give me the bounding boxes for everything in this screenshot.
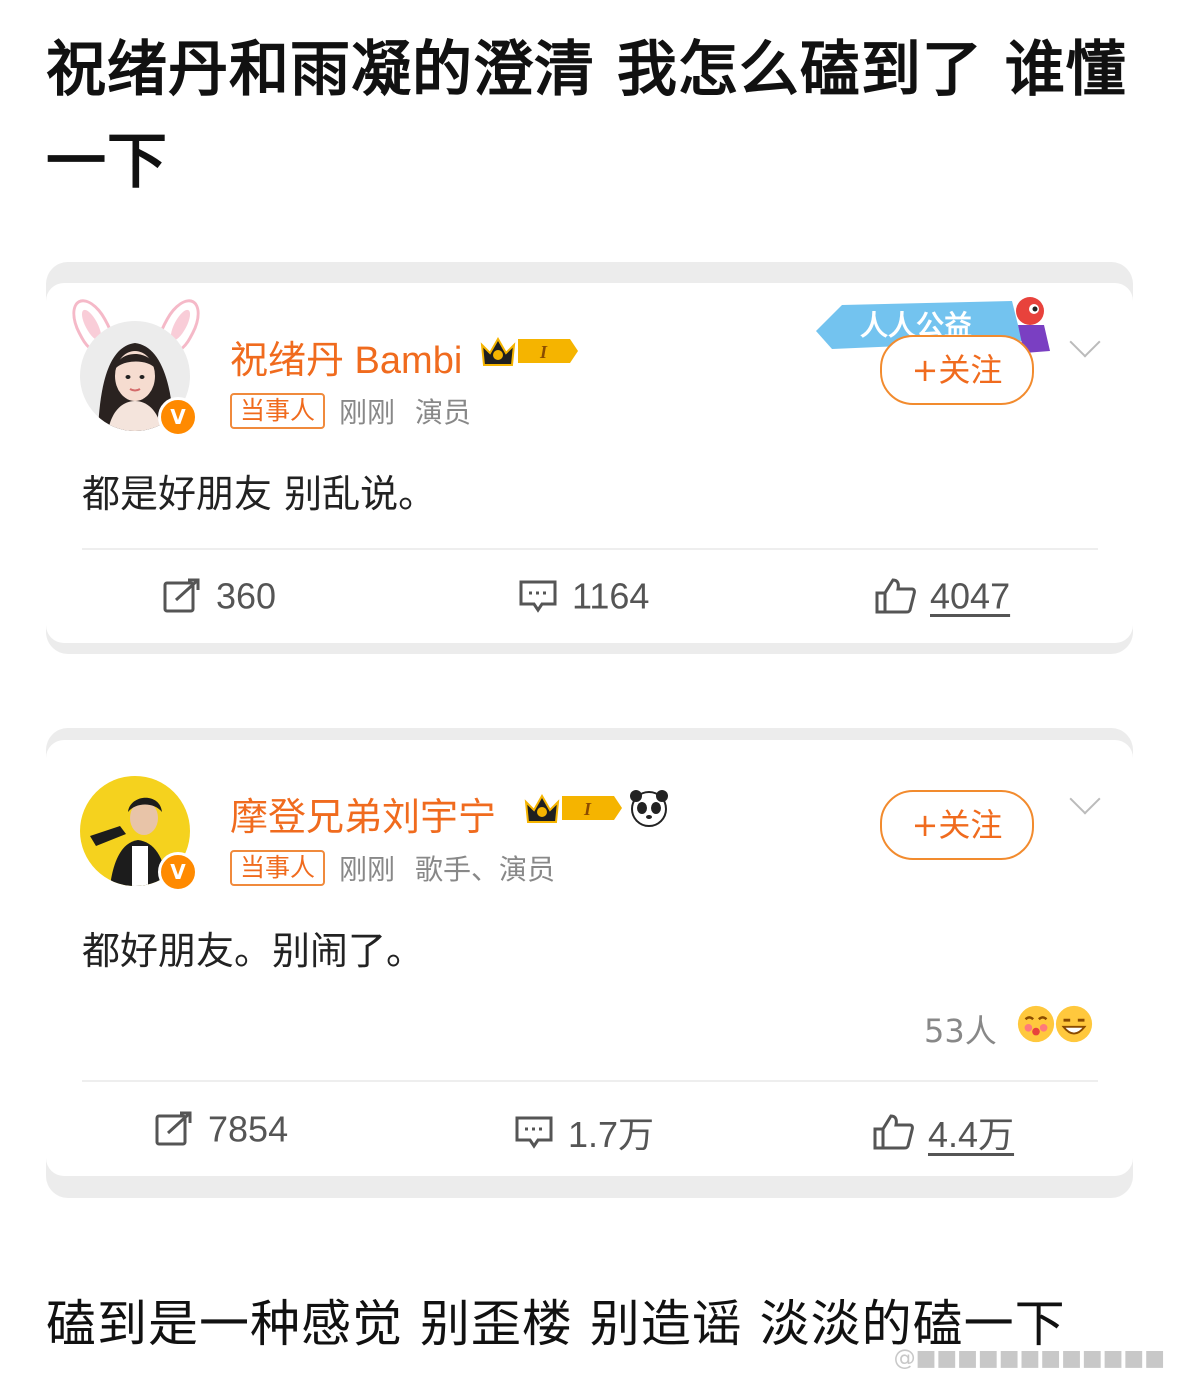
post-time: 刚刚 xyxy=(339,853,396,886)
repost-button[interactable]: 360 xyxy=(162,573,276,617)
like-count: 4.4万 xyxy=(928,1114,1015,1155)
involved-party-tag: 当事人 xyxy=(230,393,326,429)
comment-icon xyxy=(515,1116,553,1149)
repost-icon xyxy=(155,1111,192,1146)
like-count: 4047 xyxy=(930,575,1011,617)
comment-icon xyxy=(519,580,557,614)
post-text: 都好朋友。别闹了。 xyxy=(82,929,425,973)
repost-icon xyxy=(163,578,200,613)
post-meta: 当事人 刚刚 演员 xyxy=(230,391,491,431)
author-role: 歌手、演员 xyxy=(415,853,556,886)
divider xyxy=(82,1080,1098,1082)
author-role: 演员 xyxy=(415,396,472,429)
post-text: 都是好朋友 别乱说。 xyxy=(82,472,437,516)
like-button[interactable]: 4.4万 xyxy=(872,1106,1014,1158)
divider xyxy=(82,548,1098,550)
comment-count: 1.7万 xyxy=(568,1114,655,1155)
comment-button[interactable]: 1.7万 xyxy=(514,1106,654,1158)
post-title: 祝绪丹和雨凝的澄清 我怎么磕到了 谁懂一下 xyxy=(46,35,1127,197)
post-meta: 当事人 刚刚 歌手、演员 xyxy=(230,848,575,888)
svg-text:I: I xyxy=(539,342,548,362)
comment-count: 1164 xyxy=(572,575,650,617)
panda-icon xyxy=(630,790,668,827)
weibo-card: V 摩登兄弟刘宇宁 I 当事人 刚刚 歌手、演员 +关注 都好朋友。别闹了。 53人… xyxy=(46,740,1133,1176)
chevron-down-icon[interactable] xyxy=(1069,326,1101,358)
comment-button[interactable]: 1164 xyxy=(518,573,649,617)
thumbs-up-icon xyxy=(875,578,916,614)
involved-party-tag: 当事人 xyxy=(230,850,326,886)
reaction-count[interactable]: 53人 xyxy=(924,1006,997,1052)
repost-count: 7854 xyxy=(208,1108,289,1150)
weibo-card: V 祝绪丹 Bambi I 当事人 刚刚 演员 人人公益 +关注 都是好朋友 别乱说… xyxy=(46,283,1133,643)
author-name[interactable]: 祝绪丹 Bambi xyxy=(230,329,462,384)
laughing-emoji-icon xyxy=(1055,1005,1093,1043)
verified-badge-icon: V xyxy=(158,852,198,892)
post-time: 刚刚 xyxy=(339,396,396,429)
vip-crown-icon: I xyxy=(480,336,578,366)
vip-crown-icon: I xyxy=(524,793,622,823)
chevron-down-icon[interactable] xyxy=(1069,783,1101,815)
svg-text:I: I xyxy=(583,799,592,819)
verified-badge-icon: V xyxy=(158,397,198,437)
repost-button[interactable]: 7854 xyxy=(154,1106,288,1150)
author-name[interactable]: 摩登兄弟刘宇宁 xyxy=(230,786,496,841)
thumbs-up-icon xyxy=(873,1114,914,1150)
repost-count: 360 xyxy=(216,575,277,617)
follow-button[interactable]: +关注 xyxy=(880,335,1034,405)
like-button[interactable]: 4047 xyxy=(874,573,1010,617)
watermark: @■■■■■■■■■■■■ xyxy=(893,1346,1165,1371)
follow-button[interactable]: +关注 xyxy=(880,790,1034,860)
kiss-emoji-icon xyxy=(1017,1005,1055,1043)
